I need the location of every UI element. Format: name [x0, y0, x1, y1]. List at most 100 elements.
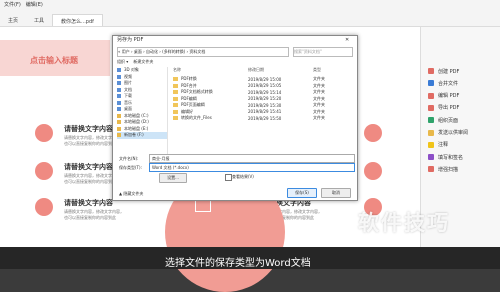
tool-item[interactable]: 注释: [428, 140, 448, 150]
file-name: PDF转换: [181, 76, 197, 82]
tool-item[interactable]: 组织页面: [428, 115, 458, 125]
organize-button[interactable]: 组织 ▾: [117, 59, 128, 64]
dialog-toolbar: 组织 ▾ 新建文件夹: [117, 59, 153, 65]
tool-item[interactable]: 增强扫描: [428, 164, 458, 174]
new-folder-button[interactable]: 新建文件夹: [133, 59, 153, 64]
folder-icon: [117, 68, 121, 73]
bullet-circle-2: [35, 162, 53, 180]
tab-strip: 主页 工具 教你怎么...pdf: [0, 14, 103, 26]
folder-icon: [117, 87, 121, 92]
drive-icon: [117, 120, 121, 125]
cancel-button[interactable]: 取消: [321, 188, 351, 198]
file-name: 转换的文件_Files: [181, 115, 212, 121]
file-date: 2019/8/29 15:50: [248, 115, 282, 121]
drive-icon: [117, 133, 121, 138]
tool-item[interactable]: 编辑 PDF: [428, 91, 459, 101]
view-result-checkbox[interactable]: [225, 174, 232, 181]
section-title: 点击输入标题: [30, 56, 78, 65]
tool-label: 组织页面: [438, 117, 459, 124]
nav-label: 新加卷 (F:): [124, 132, 144, 137]
file-name: PDF合并: [181, 82, 197, 88]
menu-bar: 文件(F) 编辑(E): [4, 1, 43, 8]
tool-item[interactable]: 填写和签名: [428, 152, 463, 162]
dialog-title: 另存为 PDF: [117, 37, 144, 43]
tab-document[interactable]: 教你怎么...pdf: [52, 14, 103, 26]
filetype-select[interactable]: Word 文档 (*.docx): [149, 163, 355, 172]
drive-icon: [117, 113, 121, 118]
file-row[interactable]: 转换的文件_Files 2019/8/29 15:50 文件夹: [173, 115, 353, 122]
settings-button[interactable]: 设置...: [159, 173, 187, 183]
nav-item[interactable]: 新加卷 (F:): [117, 132, 167, 139]
col-name[interactable]: 名称: [173, 67, 248, 75]
folder-icon: [173, 96, 178, 101]
file-date: 2019/8/29 15:05: [248, 83, 282, 89]
folder-icon: [117, 100, 121, 105]
body-2b: 也可以直接复制你的内容到此: [64, 179, 116, 184]
tool-icon: [428, 80, 434, 87]
address-bar[interactable]: « 用户 › 桌面 › 自动化 › (多样的转换) › 资料文档: [117, 47, 289, 57]
headline-1: 请替换文字内容: [64, 125, 113, 133]
hide-folders-toggle[interactable]: ▲ 隐藏文件夹: [119, 191, 143, 197]
folder-icon: [173, 116, 178, 121]
view-result-label: 查看结果(V): [232, 174, 254, 179]
file-type: 文件夹: [313, 115, 325, 121]
file-date: 2019/8/29 15:41: [248, 109, 282, 115]
tool-item[interactable]: 导出 PDF: [428, 103, 459, 113]
folder-icon: [117, 81, 121, 86]
bullet-circle-1: [35, 124, 53, 142]
body-3b: 也可以直接复制你的内容到此: [64, 215, 116, 220]
headline-2: 请替换文字内容: [64, 163, 113, 171]
file-type: 文件夹: [313, 76, 325, 82]
tool-label: 编辑 PDF: [438, 93, 460, 100]
tool-label: 导出 PDF: [438, 105, 460, 112]
tool-item[interactable]: 发送以供审阅: [428, 128, 468, 138]
tool-label: 填写和签名: [438, 154, 464, 161]
tool-icon: [428, 117, 434, 124]
folder-icon: [173, 109, 178, 114]
bullet-circle-5: [364, 162, 382, 180]
tool-label: 发送以供审阅: [438, 130, 469, 136]
close-icon[interactable]: ✕: [345, 37, 349, 43]
menu-file[interactable]: 文件(F): [4, 1, 21, 8]
folder-icon: [173, 90, 178, 95]
subtitle: 选择文件的保存类型为Word文档: [165, 258, 311, 269]
tool-item[interactable]: 合并文件: [428, 78, 458, 88]
file-type: 文件夹: [313, 89, 325, 95]
bullet-circle-3: [35, 198, 53, 216]
tool-icon: [428, 104, 434, 111]
tool-icon: [428, 166, 434, 173]
menu-edit[interactable]: 编辑(E): [26, 1, 43, 8]
file-date: 2019/8/29 15:14: [248, 89, 282, 95]
folder-icon: [173, 77, 178, 82]
search-input[interactable]: 搜索"资料文档": [293, 47, 353, 57]
body-1b: 也可以直接复制你的内容到此: [64, 141, 116, 146]
tab-home[interactable]: 主页: [0, 14, 26, 26]
col-date[interactable]: 修改日期: [248, 67, 313, 75]
file-type: 文件夹: [313, 82, 325, 88]
filename-field[interactable]: 商业-月报: [149, 154, 355, 163]
folder-icon: [117, 74, 121, 79]
folder-icon: [117, 94, 121, 99]
tool-label: 合并文件: [438, 80, 459, 87]
tool-icon: [428, 141, 434, 148]
col-type[interactable]: 类型: [313, 67, 321, 75]
bullet-circle-4: [364, 124, 382, 142]
tool-icon: [428, 92, 434, 99]
headline-3: 请替换文字内容: [64, 199, 113, 207]
file-date: 2019/8/29 15:30: [248, 102, 282, 108]
tool-label: 增强扫描: [438, 166, 459, 173]
file-name: PDF页面编辑: [181, 102, 205, 108]
tool-icon: [428, 154, 434, 161]
save-as-dialog: 另存为 PDF ✕ « 用户 › 桌面 › 自动化 › (多样的转换) › 资料…: [112, 35, 358, 201]
folder-icon: [117, 107, 121, 112]
cart-icon: [195, 200, 211, 212]
tool-icon: [428, 129, 434, 136]
file-type: 文件夹: [313, 102, 325, 108]
tool-item[interactable]: 创建 PDF: [428, 66, 459, 76]
tab-tools[interactable]: 工具: [26, 14, 52, 26]
filename-label: 文件名(N):: [119, 156, 139, 161]
file-date: 2019/8/29 15:00: [248, 76, 282, 82]
save-button[interactable]: 保存(S): [287, 188, 317, 198]
nav-pane[interactable]: 3D 对象 视频 图片 文档 下载 音乐 桌面 本地磁盘 (C:) 本地磁盘 (D:) 本地磁盘 …: [117, 67, 168, 165]
tool-label: 创建 PDF: [438, 68, 460, 75]
